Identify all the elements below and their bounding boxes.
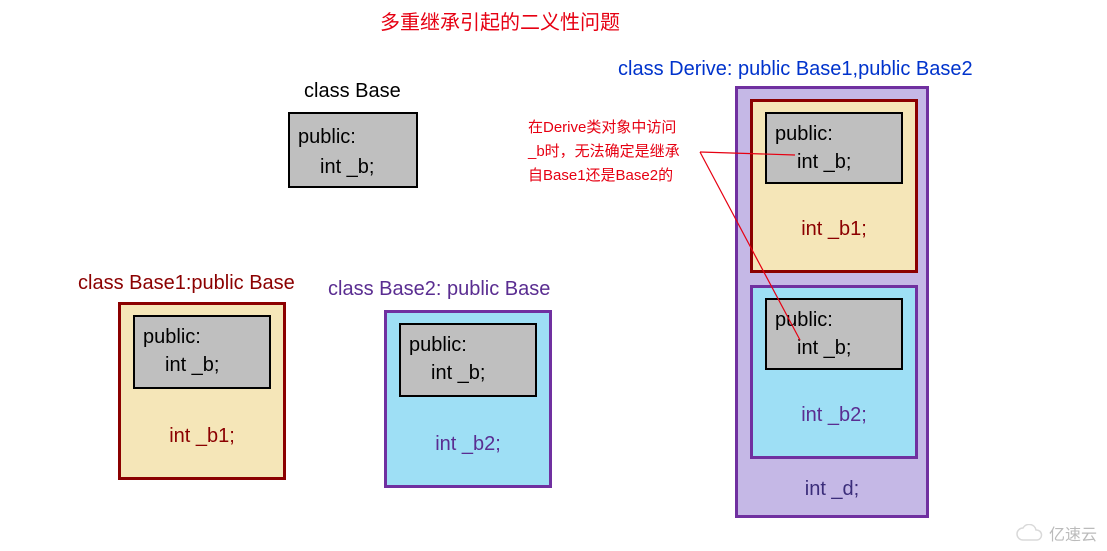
derive-base2-member-b: int _b; [775,334,895,362]
derive-base1-access: public: [775,120,895,148]
base1-access: public: [143,323,263,351]
diagram-title: 多重继承引起的二义性问题 [380,6,620,35]
watermark-text: 亿速云 [1049,521,1097,545]
derive-base2-access: public: [775,306,895,334]
derive-base1-member-b: int _b; [775,148,895,176]
box-class-base2: public: int _b; int _b2; [384,310,552,488]
base2-access: public: [409,331,529,359]
base-access: public: [298,122,412,152]
base1-own-member: int _b1; [121,389,283,456]
cloud-icon [1015,524,1043,542]
derive-base2-own-member: int _b2; [753,370,915,435]
base1-inner: public: int _b; [133,315,271,389]
label-class-base2: class Base2: public Base [328,278,550,301]
note-line3: 自Base1还是Base2的 [528,164,680,188]
base2-member-b: int _b; [409,359,529,387]
box-class-base: public: int _b; [288,112,418,188]
derive-base1-block: public: int _b; int _b1; [750,99,918,273]
label-class-derive: class Derive: public Base1,public Base2 [618,58,973,81]
derive-base1-own-member: int _b1; [753,184,915,249]
derive-base2-inner: public: int _b; [765,298,903,370]
watermark: 亿速云 [1015,521,1097,545]
ambiguity-note: 在Derive类对象中访问 _b时，无法确定是继承 自Base1还是Base2的 [528,116,680,188]
label-class-base: class Base [304,80,401,103]
base1-member-b: int _b; [143,351,263,379]
box-class-derive: public: int _b; int _b1; public: int _b;… [735,86,929,518]
label-class-base1: class Base1:public Base [78,272,295,295]
box-class-base1: public: int _b; int _b1; [118,302,286,480]
derive-base1-inner: public: int _b; [765,112,903,184]
base2-own-member: int _b2; [387,397,549,464]
note-line1: 在Derive类对象中访问 [528,116,680,140]
note-line2: _b时，无法确定是继承 [528,140,680,164]
base2-inner: public: int _b; [399,323,537,397]
base-member-b: int _b; [298,152,412,182]
derive-base2-block: public: int _b; int _b2; [750,285,918,459]
derive-own-member: int _d; [738,468,926,509]
